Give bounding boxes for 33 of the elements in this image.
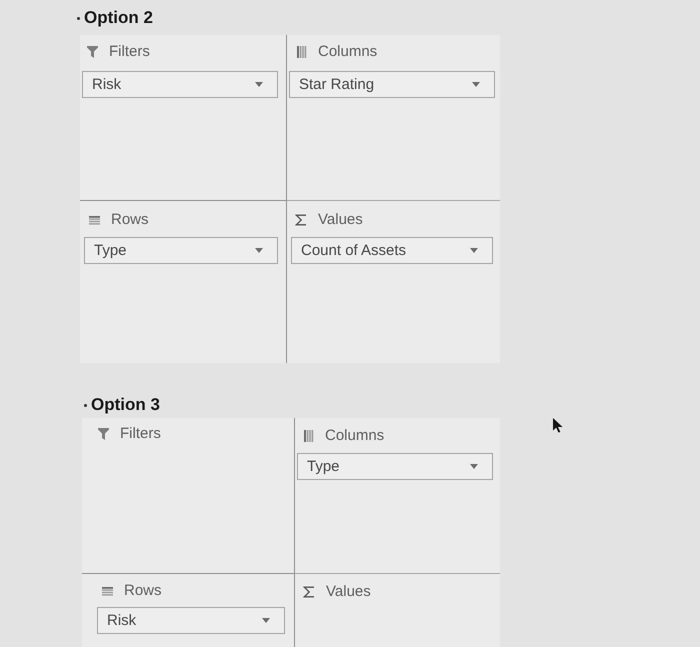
caret-icon [262, 618, 270, 623]
field-dropdown[interactable]: Type [84, 237, 278, 264]
field-dropdown[interactable]: Count of Assets [291, 237, 493, 264]
columns-heading: Columns [325, 426, 384, 446]
values-heading: Values [318, 210, 363, 230]
field-dropdown[interactable]: Type [297, 453, 493, 480]
bullet-icon [84, 404, 87, 406]
sum-icon [295, 214, 307, 226]
option-title: Option 3 [91, 394, 160, 416]
caret-icon [255, 248, 263, 253]
filters-heading: Filters [120, 424, 161, 444]
mouse-pointer-icon [553, 418, 563, 433]
caret-icon [255, 82, 263, 87]
filter-icon [87, 46, 98, 58]
field-dropdown[interactable]: Risk [97, 607, 285, 634]
field-dropdown[interactable]: Risk [82, 71, 278, 98]
field-dropdown[interactable]: Star Rating [289, 71, 495, 98]
columns-heading: Columns [318, 42, 378, 62]
columns-icon [304, 430, 314, 442]
rows-heading: Rows [111, 210, 149, 230]
caret-icon [472, 82, 480, 87]
values-heading: Values [326, 582, 371, 602]
sum-icon [303, 586, 315, 598]
filters-heading: Filters [109, 42, 150, 62]
rows-icon [89, 216, 100, 224]
option-title: Option 2 [84, 7, 153, 29]
caret-icon [470, 248, 478, 253]
rows-icon [102, 586, 113, 596]
caret-icon [470, 464, 478, 469]
rows-heading: Rows [124, 581, 162, 601]
columns-icon [297, 46, 307, 58]
filter-icon [98, 428, 109, 440]
bullet-icon [77, 16, 80, 20]
